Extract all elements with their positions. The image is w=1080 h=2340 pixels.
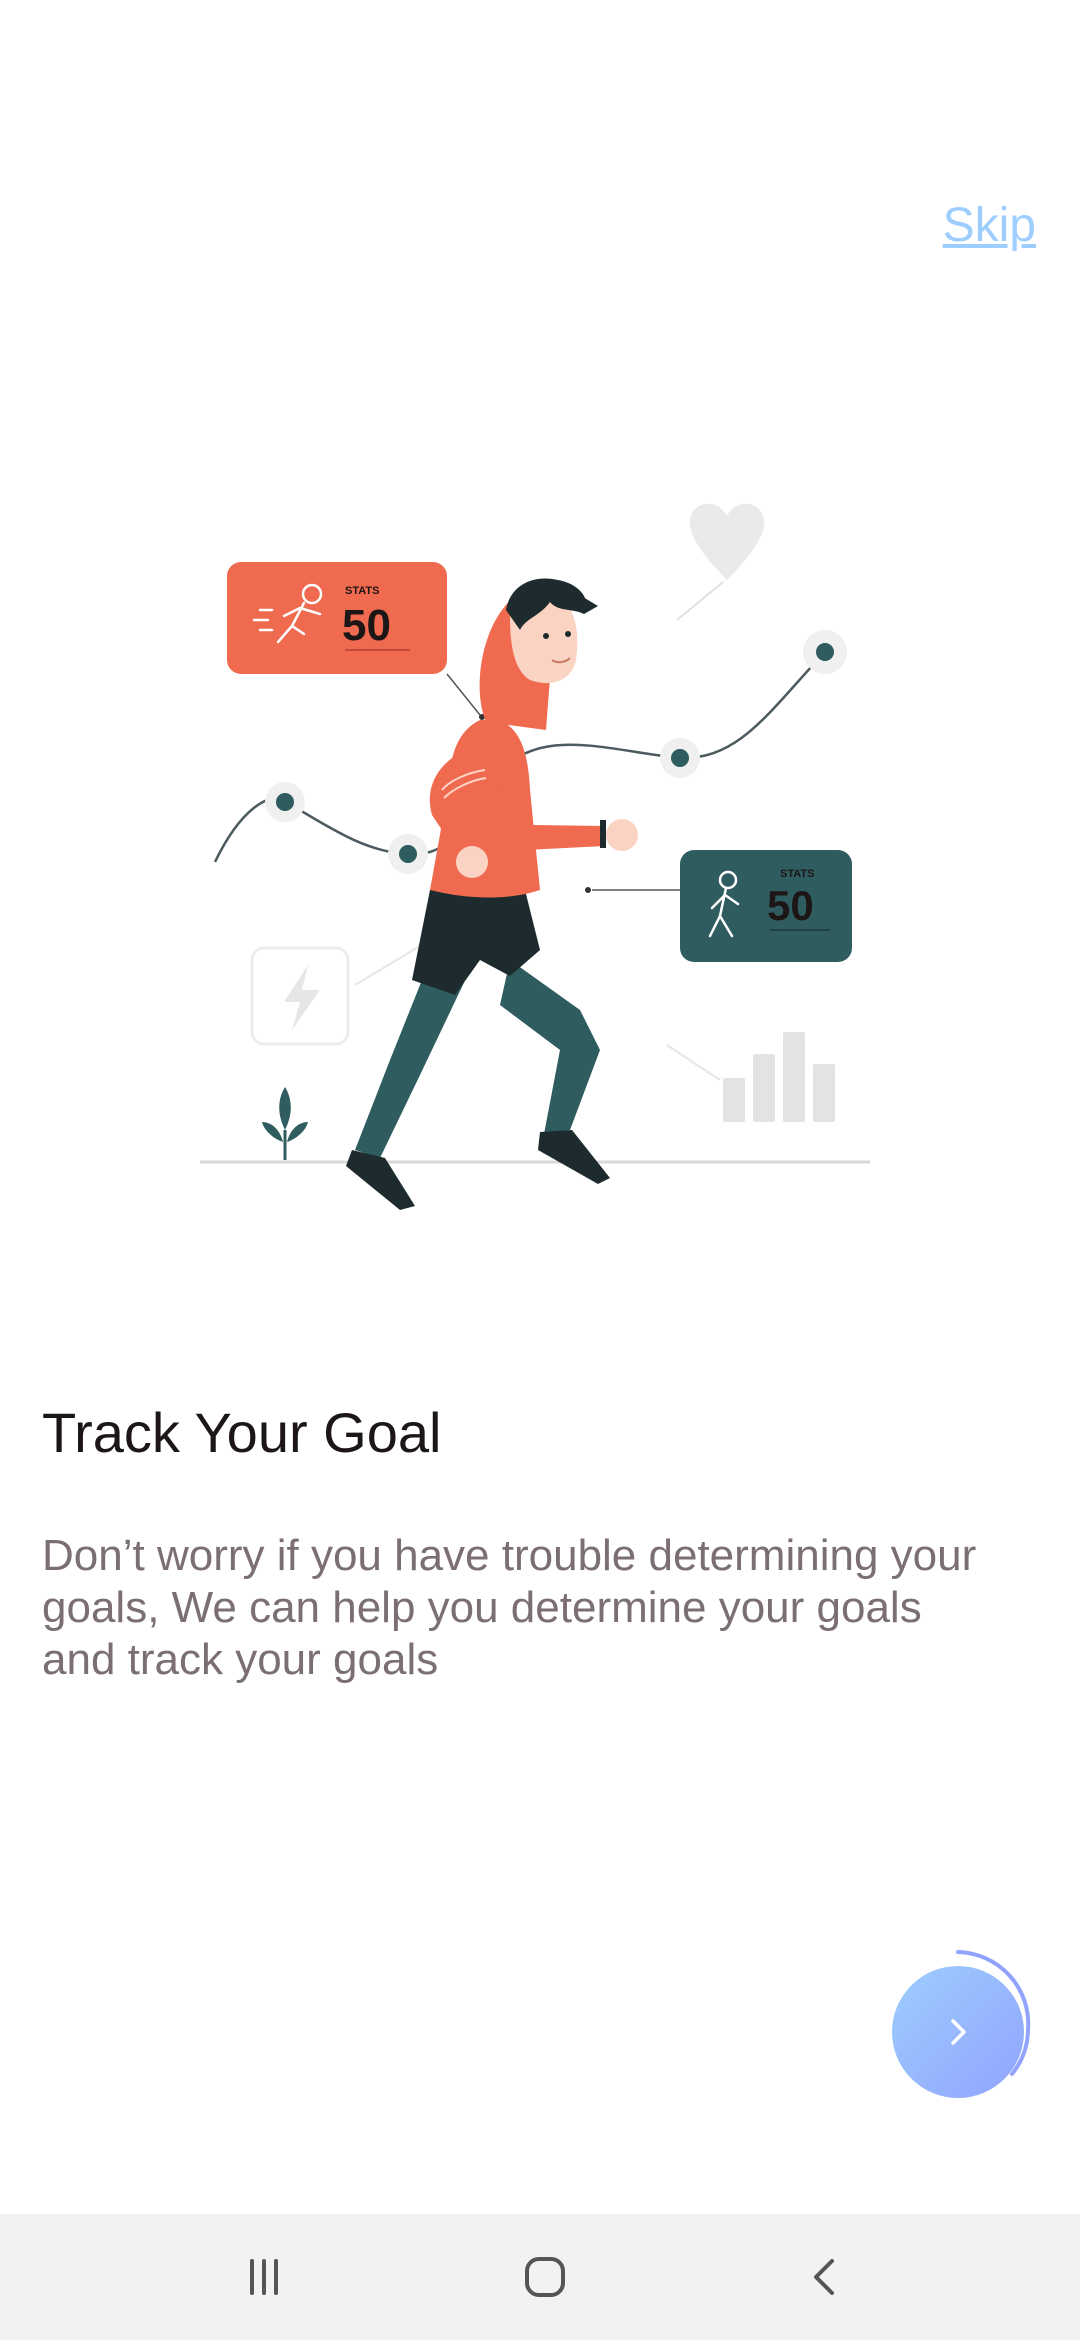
- onboarding-screen: Skip STATS 50 STATS 50 Track Your Goal D…: [0, 0, 1080, 2340]
- home-icon: [525, 2257, 565, 2297]
- heart-icon: [689, 503, 765, 580]
- next-button-wrapper: [880, 1946, 1040, 2106]
- stat-card-2-value: 50: [767, 882, 814, 929]
- page-title: Track Your Goal: [42, 1401, 442, 1464]
- bar-chart-icon: [666, 1032, 835, 1122]
- chevron-right-icon: [951, 2019, 966, 2045]
- stat-card-2-label: STATS: [780, 868, 814, 880]
- stat-card-running: STATS 50: [227, 562, 485, 720]
- home-button[interactable]: [500, 2232, 590, 2322]
- recent-apps-button[interactable]: [219, 2232, 309, 2322]
- stat-card-1-label: STATS: [345, 585, 379, 597]
- stat-card-1-value: 50: [342, 601, 391, 650]
- back-icon: [814, 2259, 834, 2295]
- skip-link[interactable]: Skip: [943, 198, 1036, 253]
- plant-icon: [262, 1087, 308, 1160]
- system-navigation-bar: [0, 2214, 1080, 2340]
- page-description: Don’t worry if you have trouble determin…: [42, 1531, 977, 1684]
- running-illustration: STATS 50 STATS 50: [200, 503, 870, 1210]
- recent-apps-icon: [250, 2259, 278, 2295]
- back-button[interactable]: [781, 2232, 871, 2322]
- next-button[interactable]: [892, 1966, 1024, 2098]
- stat-card-walking: STATS 50: [585, 850, 852, 962]
